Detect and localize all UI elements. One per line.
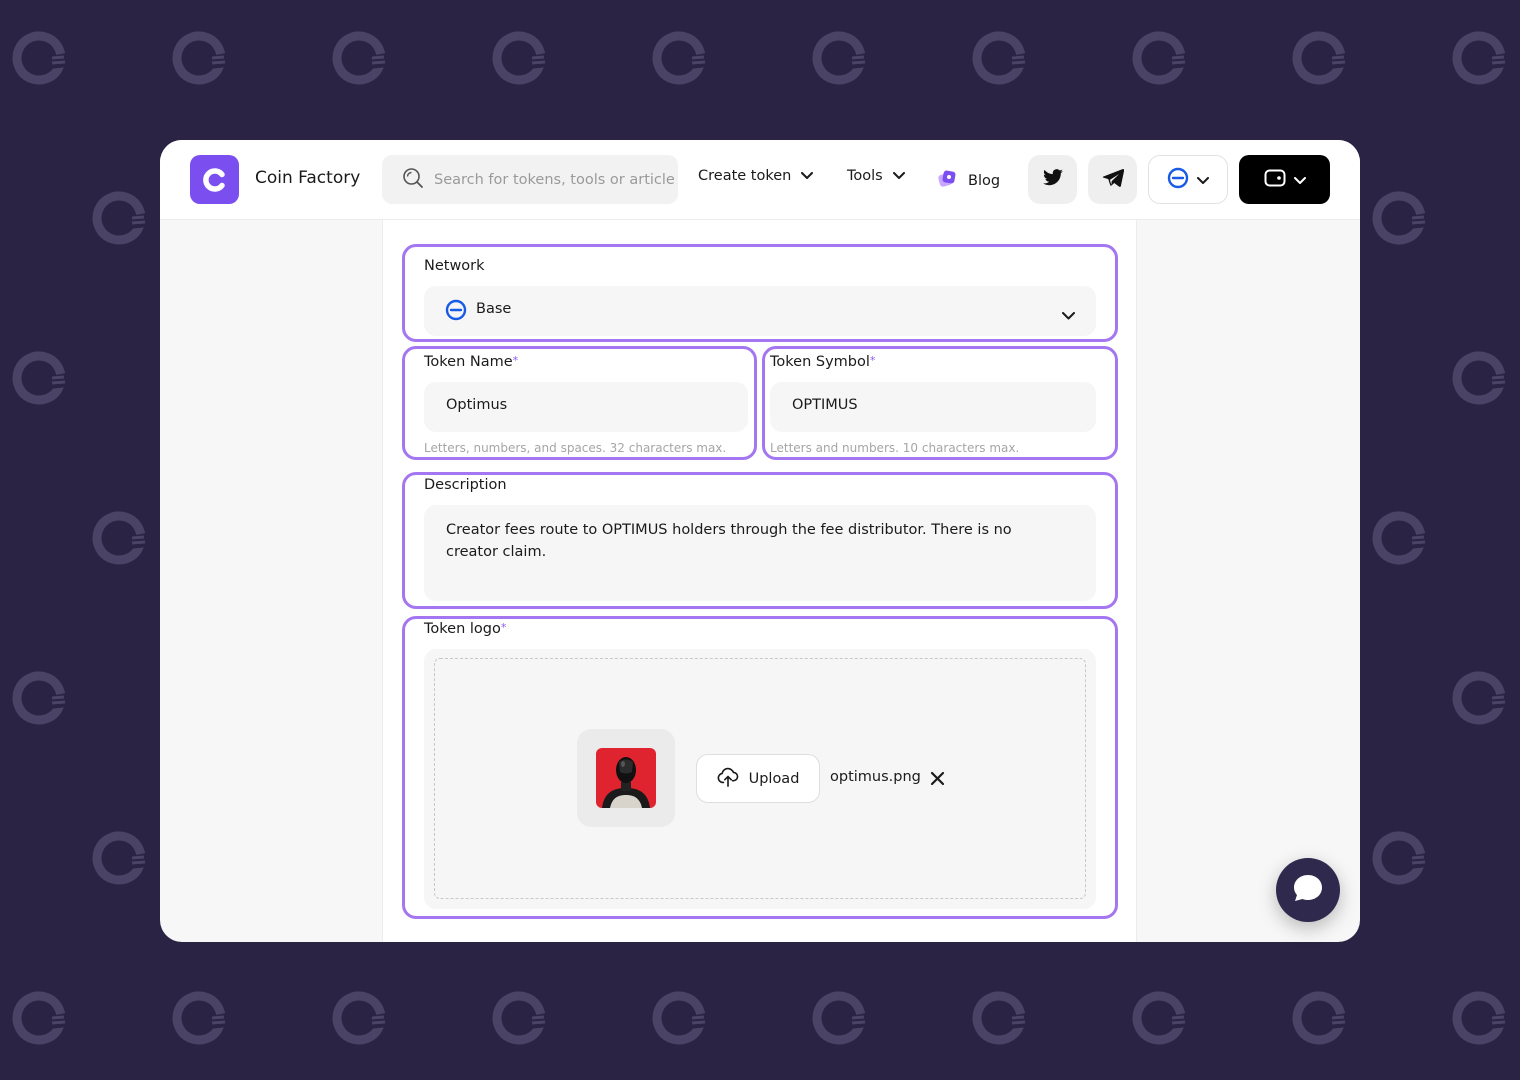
background-coin-icon <box>488 987 550 1049</box>
background-coin-icon <box>168 987 230 1049</box>
coin-factory-logo-icon[interactable] <box>190 155 239 204</box>
nav-blog[interactable]: Blog <box>936 168 1000 194</box>
token-symbol-hint: Letters and numbers. 10 characters max. <box>770 441 1020 455</box>
wallet-button[interactable] <box>1239 155 1330 204</box>
nav-create-token-label: Create token <box>698 168 792 184</box>
nav-create-token[interactable]: Create token <box>698 168 814 184</box>
uploaded-file-name: optimus.png <box>830 769 921 785</box>
background-coin-icon <box>488 27 550 89</box>
background-coin-icon <box>1288 27 1350 89</box>
top-navigation-bar: Coin Factory Create token Tools <box>160 140 1360 220</box>
token-logo-label: Token logo* <box>424 621 507 637</box>
chevron-down-icon <box>1293 170 1306 189</box>
background-coin-icon <box>648 987 710 1049</box>
upload-button[interactable]: Upload <box>696 754 820 803</box>
search-icon <box>402 167 424 193</box>
blog-icon <box>936 168 958 194</box>
network-select-value: Base <box>476 301 512 317</box>
brand-name[interactable]: Coin Factory <box>255 168 360 188</box>
cloud-upload-icon <box>717 767 739 791</box>
support-chat-button[interactable] <box>1276 858 1340 922</box>
background-coin-icon <box>328 27 390 89</box>
search-bar[interactable] <box>382 155 678 204</box>
background-coin-icon <box>968 27 1030 89</box>
description-label: Description <box>424 477 507 493</box>
description-value: Creator fees route to OPTIMUS holders th… <box>446 522 1012 560</box>
background-coin-icon <box>1368 507 1430 569</box>
chevron-down-icon <box>892 168 905 184</box>
twitter-button[interactable] <box>1028 155 1077 204</box>
network-selector-button[interactable] <box>1148 155 1228 204</box>
background-coin-icon <box>8 987 70 1049</box>
upload-button-label: Upload <box>748 770 800 787</box>
nav-tools[interactable]: Tools <box>847 168 905 184</box>
background-coin-icon <box>88 827 150 889</box>
background-coin-icon <box>1368 187 1430 249</box>
logo-preview <box>577 729 675 827</box>
base-network-icon <box>445 299 467 325</box>
background-coin-icon <box>1448 27 1510 89</box>
background-coin-icon <box>1448 987 1510 1049</box>
background-coin-icon <box>1368 827 1430 889</box>
telegram-button[interactable] <box>1088 155 1137 204</box>
telegram-icon <box>1102 168 1124 192</box>
search-input[interactable] <box>434 171 674 188</box>
background-coin-icon <box>8 27 70 89</box>
nav-blog-label: Blog <box>968 173 1001 189</box>
background-coin-icon <box>88 187 150 249</box>
chevron-down-icon <box>801 168 814 184</box>
background-coin-icon <box>1128 27 1190 89</box>
chevron-down-icon <box>1062 305 1075 324</box>
background-coin-icon <box>328 987 390 1049</box>
robot-logo-image-icon <box>596 748 656 812</box>
twitter-icon <box>1042 168 1064 191</box>
background-coin-icon <box>1448 667 1510 729</box>
background-coin-icon <box>808 987 870 1049</box>
nav-tools-label: Tools <box>847 168 883 184</box>
remove-file-close-icon[interactable] <box>930 771 945 790</box>
background-coin-icon <box>8 667 70 729</box>
chat-bubble-icon <box>1292 873 1324 907</box>
background-coin-icon <box>1128 987 1190 1049</box>
background-coin-icon <box>968 987 1030 1049</box>
token-name-label: Token Name* <box>424 354 519 370</box>
chevron-down-icon <box>1197 170 1209 189</box>
background-coin-icon <box>1448 347 1510 409</box>
token-symbol-label: Token Symbol* <box>770 354 876 370</box>
background-coin-icon <box>168 27 230 89</box>
background-coin-icon <box>88 507 150 569</box>
network-select[interactable] <box>424 286 1096 336</box>
background-coin-icon <box>648 27 710 89</box>
network-label: Network <box>424 258 485 274</box>
background-coin-icon <box>808 27 870 89</box>
base-network-icon <box>1167 167 1189 193</box>
background-coin-icon <box>8 347 70 409</box>
token-name-value: Optimus <box>446 397 508 413</box>
token-symbol-value: OPTIMUS <box>792 397 858 413</box>
token-name-hint: Letters, numbers, and spaces. 32 charact… <box>424 441 727 455</box>
background-coin-icon <box>1288 987 1350 1049</box>
wallet-icon <box>1264 169 1286 191</box>
